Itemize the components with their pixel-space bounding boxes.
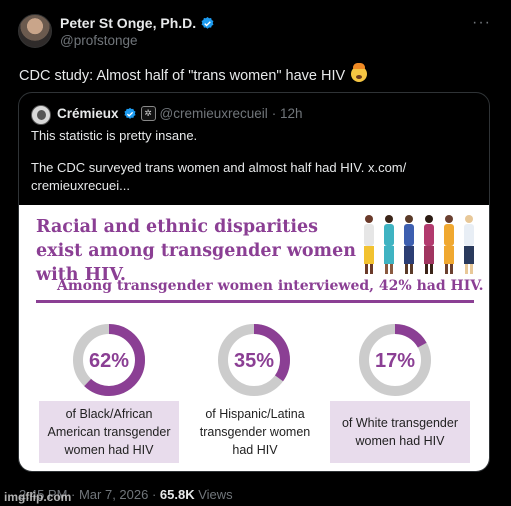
quote-author-avatar[interactable] xyxy=(31,105,51,125)
views-label: Views xyxy=(194,487,233,502)
quote-text-line-2: The CDC surveyed trans women and almost … xyxy=(31,160,407,175)
infographic-title: Racial and ethnic disparities exist amon… xyxy=(36,217,356,285)
author-handle[interactable]: @profstonge xyxy=(60,33,138,48)
quote-author-handle[interactable]: @cremieuxrecueil xyxy=(160,106,268,121)
quote-author-name[interactable]: Crémieux xyxy=(57,106,119,121)
stat-caption-black: of Black/African American transgender wo… xyxy=(39,401,179,463)
tweet-text: CDC study: Almost half of "trans women" … xyxy=(19,63,368,84)
infographic-subtitle: Among transgender women interviewed, 42%… xyxy=(57,278,484,294)
verified-badge-icon xyxy=(201,16,214,29)
women-illustration-icon xyxy=(364,215,474,274)
author-name[interactable]: Peter St Onge, Ph.D. xyxy=(60,15,196,31)
infographic-divider xyxy=(36,300,474,303)
donut-chart-black: 62% xyxy=(71,322,147,398)
affiliate-badge-icon: ✲ xyxy=(140,106,156,121)
quote-text-line-1: This statistic is pretty insane. xyxy=(31,128,198,143)
exploding-head-emoji-icon xyxy=(351,63,368,82)
author-avatar[interactable] xyxy=(18,14,52,48)
quote-text-line-3: cremieuxrecuei... xyxy=(31,178,130,193)
donut-chart-hispanic: 35% xyxy=(216,322,292,398)
donut-chart-white: 17% xyxy=(357,322,433,398)
tweet-body: CDC study: Almost half of "trans women" … xyxy=(19,68,346,84)
stat-caption-hispanic: of Hispanic/Latina transgender women had… xyxy=(199,407,311,457)
donut-label: 17% xyxy=(375,350,415,372)
quote-timestamp[interactable]: · 12h xyxy=(272,106,303,121)
donut-label: 35% xyxy=(234,350,274,372)
quoted-tweet[interactable]: Crémieux ✲ @cremieuxrecueil · 12h This s… xyxy=(18,92,490,472)
donut-label: 62% xyxy=(89,350,129,372)
infographic-image[interactable]: Racial and ethnic disparities exist amon… xyxy=(19,205,489,471)
verified-badge-icon xyxy=(123,107,136,119)
imgflip-watermark: imgflip.com xyxy=(4,490,72,504)
views-count: 65.8K xyxy=(159,487,195,502)
stat-caption-white: of White transgender women had HIV xyxy=(330,401,470,463)
quote-author-row: Crémieux ✲ @cremieuxrecueil · 12h xyxy=(57,106,303,121)
author-name-row: Peter St Onge, Ph.D. xyxy=(60,15,215,31)
more-options-icon[interactable]: ··· xyxy=(472,14,491,32)
